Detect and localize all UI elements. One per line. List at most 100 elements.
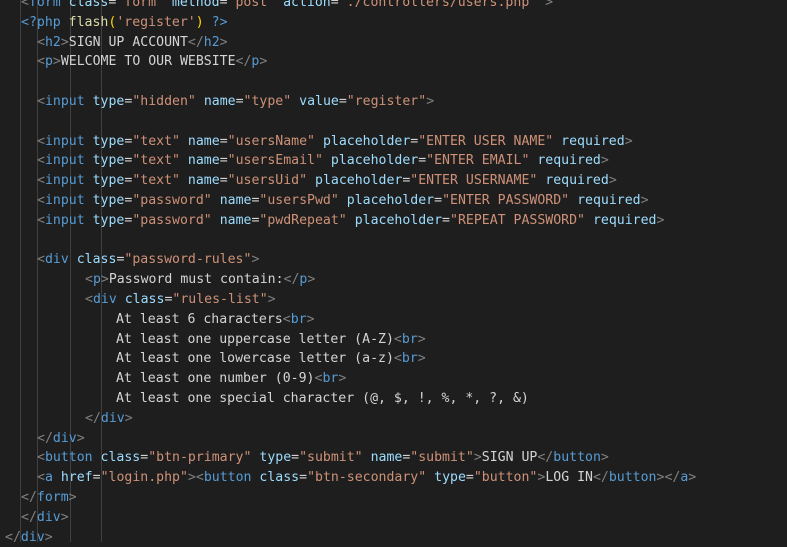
code-line[interactable]: </div> <box>21 508 69 528</box>
code-token: type <box>92 212 125 228</box>
code-token: div <box>36 509 61 525</box>
code-line[interactable]: At least 6 characters<br> <box>116 310 315 330</box>
code-token: </ <box>21 509 37 525</box>
code-line[interactable]: At least one uppercase letter (A-Z)<br> <box>116 330 426 350</box>
code-token: "text" <box>132 133 180 149</box>
code-token: required <box>561 133 625 149</box>
code-token: a <box>44 470 53 486</box>
code-token: ?> <box>211 14 228 30</box>
code-token: < <box>393 331 402 347</box>
code-token: < <box>37 34 45 50</box>
code-token: > <box>608 173 617 189</box>
code-token: < <box>195 470 204 486</box>
code-line[interactable]: At least one special character (@, $, !,… <box>116 389 529 409</box>
code-token: "register" <box>346 94 427 109</box>
code-token: "text" <box>132 153 180 169</box>
code-token: Password must contain: <box>108 272 284 288</box>
code-token: required <box>577 193 641 208</box>
code-token: "btn-primary" <box>148 450 252 466</box>
code-line[interactable]: <a href="login.php"><button class="btn-s… <box>37 468 696 488</box>
code-token: div <box>100 410 125 426</box>
code-line[interactable]: <input type="text" name="usersName" plac… <box>37 132 633 152</box>
code-token: > <box>306 311 315 327</box>
code-token: = <box>219 173 228 189</box>
code-line[interactable]: <div class="password-rules"> <box>37 250 259 270</box>
code-token: WELCOME TO OUR WEBSITE <box>60 54 236 70</box>
code-token: type <box>434 470 466 486</box>
code-token: At least one lowercase letter (a-z) <box>116 351 394 367</box>
code-token: "usersName" <box>227 133 315 149</box>
code-token: "submit" <box>410 450 474 466</box>
code-line[interactable]: <form class="form" method="post" action=… <box>21 0 553 13</box>
code-token: "password" <box>132 212 212 228</box>
code-token: > <box>656 212 665 228</box>
code-token: = <box>219 153 228 169</box>
code-token: input <box>44 94 85 109</box>
code-line[interactable]: <button class="btn-primary" type="submit… <box>37 448 609 468</box>
code-token: "usersPwd" <box>259 193 339 208</box>
code-token: < <box>37 212 45 228</box>
code-line[interactable]: </div> <box>5 528 53 547</box>
code-line[interactable]: </div> <box>85 409 133 429</box>
code-token: "rules-list" <box>172 292 268 307</box>
code-token: > <box>187 470 196 486</box>
code-token: < <box>37 54 45 70</box>
code-token: = <box>235 94 244 109</box>
code-token: p <box>44 54 53 70</box>
code-token: At least 6 characters <box>116 311 283 327</box>
code-token: </ <box>664 470 681 486</box>
code-token: button <box>608 470 657 486</box>
code-token: div <box>92 292 117 307</box>
code-line[interactable]: <input type="text" name="usersUid" place… <box>37 171 617 191</box>
code-token: > <box>545 0 554 10</box>
code-line[interactable]: </form> <box>21 488 77 508</box>
code-token: > <box>600 153 609 169</box>
code-line[interactable]: <h2>SIGN UP ACCOUNT</h2> <box>37 33 228 53</box>
code-token: < <box>21 0 29 10</box>
code-token: > <box>124 410 133 426</box>
code-token: < <box>85 272 93 288</box>
code-token: </ <box>5 529 21 545</box>
code-line[interactable]: <input type="password" name="usersPwd" p… <box>37 191 649 211</box>
code-token: > <box>417 331 426 347</box>
code-token: class <box>68 0 109 10</box>
code-token: "button" <box>473 470 538 486</box>
indent-guide-1 <box>20 0 21 542</box>
code-line[interactable]: <input type="hidden" name="type" value="… <box>37 92 434 112</box>
code-line[interactable]: At least one lowercase letter (a-z)<br> <box>116 349 426 369</box>
code-token: = <box>219 0 228 10</box>
code-token: "ENTER USER NAME" <box>418 133 554 149</box>
code-token: > <box>640 193 649 208</box>
code-token: = <box>219 133 228 149</box>
code-line[interactable]: <p>WELCOME TO OUR WEBSITE</p> <box>37 52 267 72</box>
code-token: = <box>418 153 427 169</box>
code-token: placeholder <box>322 133 411 149</box>
code-token: name <box>219 212 252 228</box>
code-token: "type" <box>243 94 292 109</box>
code-line[interactable]: <div class="rules-list"> <box>85 290 276 310</box>
code-line[interactable]: <input type="text" name="usersEmail" pla… <box>37 151 609 171</box>
code-line[interactable]: </div> <box>37 429 85 449</box>
code-token: div <box>52 430 77 446</box>
code-token: < <box>37 193 45 208</box>
code-line[interactable]: <p>Password must contain:</p> <box>85 270 315 290</box>
code-line[interactable]: At least one number (0-9)<br> <box>116 369 346 389</box>
code-token: type <box>92 133 125 149</box>
code-token: = <box>92 470 101 486</box>
code-token: value <box>299 94 339 109</box>
code-line[interactable]: <?php flash('register') ?> <box>21 13 228 33</box>
code-editor[interactable]: <form class="form" method="post" action=… <box>0 0 787 545</box>
code-token: SIGN UP <box>481 450 538 466</box>
code-token: > <box>251 252 260 268</box>
code-line[interactable]: <input type="password" name="pwdRepeat" … <box>37 211 664 231</box>
code-token: class <box>76 252 117 268</box>
